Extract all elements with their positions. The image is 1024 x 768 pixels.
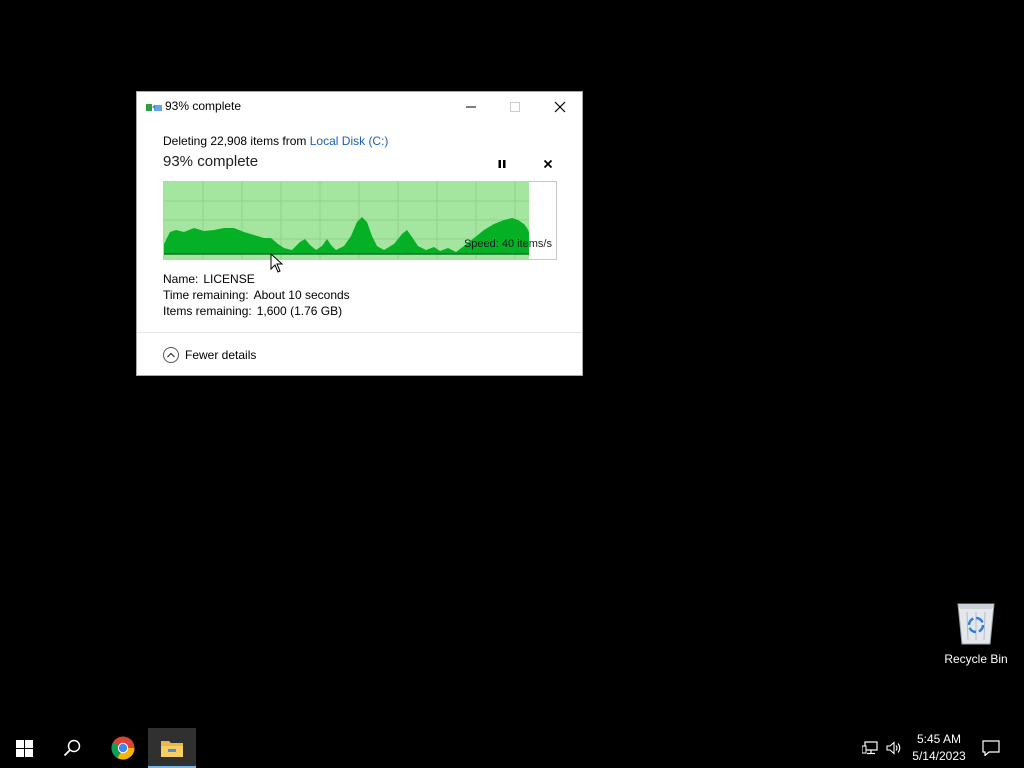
recycle-bin-label: Recycle Bin — [944, 652, 1008, 666]
cancel-button[interactable] — [538, 154, 558, 174]
clock-time: 5:45 AM — [916, 732, 962, 746]
clock[interactable]: 5:45 AM 5/14/2023 — [906, 730, 972, 766]
chrome-taskbar-button[interactable] — [99, 728, 147, 768]
close-window-button[interactable] — [537, 92, 583, 121]
file-copy-icon — [146, 104, 162, 111]
file-explorer-taskbar-button[interactable] — [148, 728, 196, 768]
name-label: Name: — [163, 272, 199, 286]
name-value: LICENSE — [203, 272, 255, 286]
window-title: 93% complete — [165, 99, 242, 113]
close-icon — [543, 159, 553, 169]
recycle-bin[interactable]: Recycle Bin — [940, 600, 1012, 672]
detail-time-remaining: Time remaining: About 10 seconds — [163, 288, 350, 302]
file-operation-dialog: 93% complete Deleting 22,908 items from … — [136, 91, 583, 376]
file-explorer-icon — [161, 741, 183, 757]
network-tray-button[interactable] — [860, 738, 880, 758]
items-remaining-value: 1,600 (1.76 GB) — [256, 304, 343, 318]
time-remaining-label: Time remaining: — [163, 288, 249, 302]
speed-graph: Speed: 40 items/s — [163, 181, 557, 260]
fewer-details-button[interactable]: Fewer details — [163, 346, 256, 364]
clock-date: 5/14/2023 — [912, 749, 966, 763]
recycle-bin-icon — [957, 603, 995, 645]
minimize-button[interactable] — [448, 92, 494, 121]
network-icon — [862, 741, 878, 755]
title-bar[interactable]: 93% complete — [137, 92, 582, 121]
action-center-button[interactable] — [981, 738, 1001, 758]
pause-button[interactable] — [492, 154, 512, 174]
volume-icon — [886, 741, 901, 755]
time-remaining-value: About 10 seconds — [253, 288, 350, 302]
chrome-icon — [111, 736, 135, 760]
windows-start-icon — [15, 739, 33, 757]
taskbar: 5:45 AM 5/14/2023 — [0, 728, 1024, 768]
detail-items-remaining: Items remaining: 1,600 (1.76 GB) — [163, 304, 342, 318]
operation-prefix: Deleting 22,908 items from — [163, 134, 307, 148]
close-icon — [554, 101, 566, 112]
detail-name: Name: LICENSE — [163, 272, 255, 286]
mouse-cursor — [270, 253, 284, 273]
search-icon — [63, 739, 81, 757]
progress-heading: 93% complete — [163, 153, 259, 170]
notification-icon — [982, 740, 1000, 756]
operation-description: Deleting 22,908 items from Local Disk (C… — [163, 134, 388, 148]
fewer-details-label: Fewer details — [185, 348, 257, 362]
divider — [137, 332, 582, 333]
search-button[interactable] — [48, 728, 96, 768]
volume-tray-button[interactable] — [884, 738, 904, 758]
chevron-up-icon — [163, 347, 179, 363]
pause-icon — [498, 160, 506, 168]
location-link[interactable]: Local Disk (C:) — [310, 134, 389, 148]
speed-label: Speed: 40 items/s — [463, 238, 552, 250]
items-remaining-label: Items remaining: — [163, 304, 252, 318]
start-button[interactable] — [0, 728, 48, 768]
maximize-button — [492, 92, 538, 121]
minimize-icon — [466, 106, 476, 107]
maximize-icon — [510, 101, 520, 112]
